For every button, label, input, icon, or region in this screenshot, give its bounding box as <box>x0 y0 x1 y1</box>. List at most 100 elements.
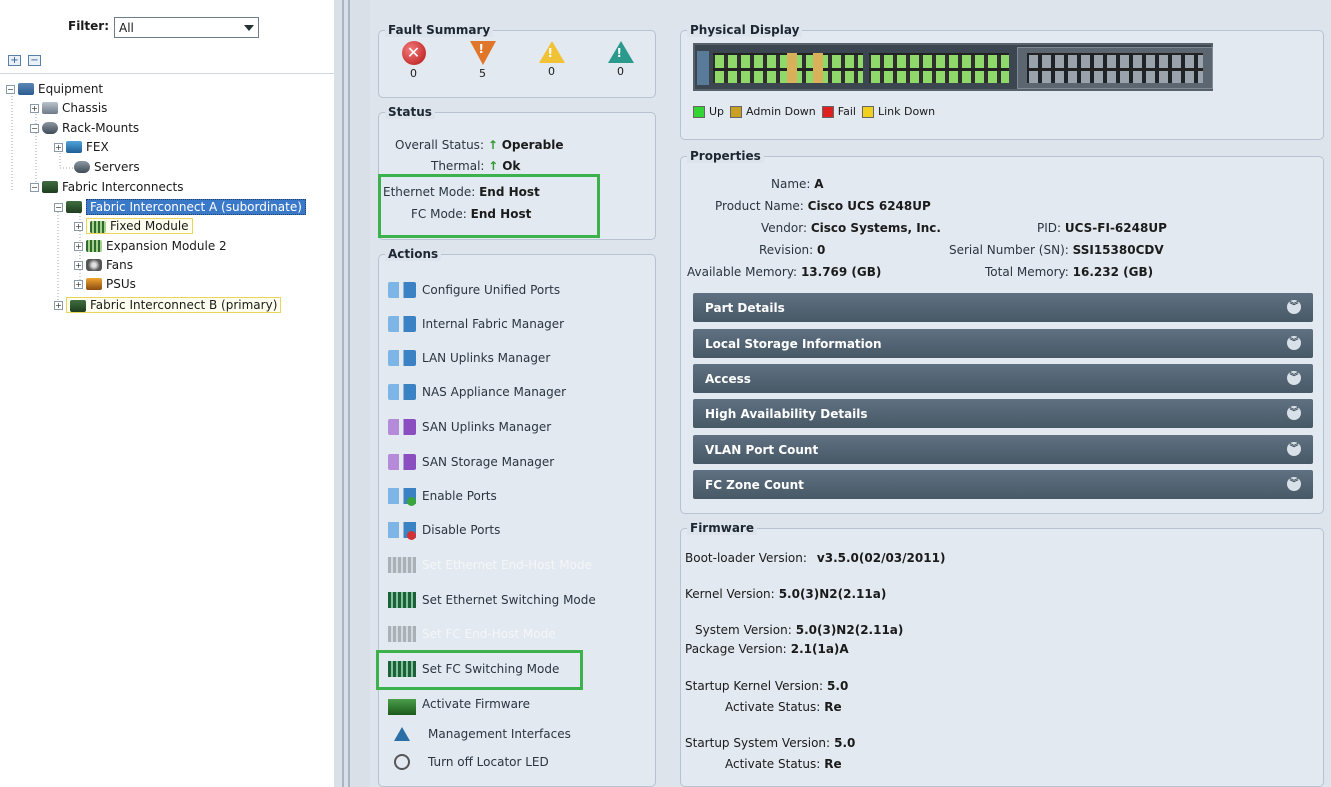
fault-critical[interactable]: ✕ 0 <box>394 41 434 80</box>
tree-item-fans[interactable]: + Fans <box>74 256 133 274</box>
set-ethernet-switching-mode-action[interactable]: Set Ethernet Switching Mode <box>388 588 596 612</box>
port-admin-down[interactable] <box>813 53 823 83</box>
expand-toggle[interactable]: + <box>54 300 63 310</box>
pane-splitter[interactable] <box>334 0 370 787</box>
tree-label: Fabric Interconnects <box>62 180 184 194</box>
fault-major[interactable]: ! 5 <box>463 41 503 80</box>
tree-item-fabric-interconnects[interactable]: − Fabric Interconnects <box>30 178 183 196</box>
chevron-double-down-icon[interactable]: ︾ <box>1287 336 1301 350</box>
locator-led-icon <box>394 754 410 770</box>
port-group-3[interactable] <box>1027 53 1203 83</box>
chevron-double-down-icon[interactable]: ︾ <box>1287 477 1301 491</box>
action-label: Activate Firmware <box>422 697 530 711</box>
port-group-2[interactable] <box>869 53 1009 83</box>
section-vlan-port-count[interactable]: VLAN Port Count ︾ <box>693 435 1313 464</box>
action-label: Set FC End-Host Mode <box>422 627 556 641</box>
switch-front-panel[interactable] <box>693 43 1213 91</box>
tree-label: Servers <box>94 160 140 174</box>
collapse-toggle[interactable]: − <box>30 123 39 133</box>
expand-toggle[interactable]: + <box>54 142 63 152</box>
action-label: SAN Uplinks Manager <box>422 420 552 434</box>
expand-toggle[interactable]: + <box>74 221 83 231</box>
section-local-storage-information[interactable]: Local Storage Information ︾ <box>693 329 1313 358</box>
lan-uplinks-manager-action[interactable]: LAN Uplinks Manager <box>388 346 550 370</box>
prop-pid: PID: UCS-FI-6248UP <box>1037 221 1167 235</box>
nas-appliance-manager-action[interactable]: NAS Appliance Manager <box>388 380 566 404</box>
internal-fabric-manager-action[interactable]: Internal Fabric Manager <box>388 312 564 336</box>
package-value: 2.1(1a)A <box>790 642 849 656</box>
switch-mode-icon <box>388 592 416 608</box>
activate-status-label: Activate Status: <box>725 757 821 771</box>
port-icon <box>388 282 416 298</box>
turn-off-locator-led-action[interactable]: Turn off Locator LED <box>388 750 549 774</box>
chevron-double-down-icon[interactable]: ︾ <box>1287 371 1301 385</box>
firmware-title: Firmware <box>687 521 757 535</box>
ucs-manager-window: Filter: All + − − Equipment + Chassis − … <box>0 0 1331 787</box>
total-memory-value: 16.232 (GB) <box>1072 265 1154 279</box>
revision-label: Revision: <box>759 243 814 257</box>
section-part-details[interactable]: Part Details ︾ <box>693 293 1313 322</box>
activate-firmware-action[interactable]: Activate Firmware <box>388 692 530 716</box>
startup-system-value: 5.0 <box>834 736 856 750</box>
section-label: Access <box>705 371 751 386</box>
tree-item-expansion-module[interactable]: + Expansion Module 2 <box>74 237 227 255</box>
package-label: Package Version: <box>685 642 787 656</box>
switch-mode-icon <box>388 626 416 642</box>
fault-minor[interactable]: ! 0 <box>532 41 572 80</box>
splitter-bar <box>342 0 344 787</box>
tree-item-servers[interactable]: Servers <box>74 158 140 176</box>
expand-toggle[interactable]: + <box>74 241 83 251</box>
firmware-icon <box>388 699 416 715</box>
tree-item-rack-mounts[interactable]: − Rack-Mounts <box>30 119 139 137</box>
boot-loader-value: v3.5.0(02/03/2011) <box>816 551 946 565</box>
section-access[interactable]: Access ︾ <box>693 364 1313 393</box>
tree-label: Fixed Module <box>86 218 193 234</box>
chassis-icon <box>42 102 58 114</box>
tree-item-chassis[interactable]: + Chassis <box>30 99 107 117</box>
disable-ports-action[interactable]: Disable Ports <box>388 518 500 542</box>
major-count: 5 <box>479 67 486 80</box>
tree-label: Expansion Module 2 <box>106 239 227 253</box>
fw-package: Package Version: 2.1(1a)A <box>685 642 849 656</box>
tree-item-fabric-interconnect-b[interactable]: + Fabric Interconnect B (primary) <box>54 296 282 314</box>
section-fc-zone-count[interactable]: FC Zone Count ︾ <box>693 470 1313 499</box>
prop-serial-number: Serial Number (SN): SSI15380CDV <box>949 243 1164 257</box>
thermal-status: Thermal: ↑ Ok <box>431 159 520 173</box>
legend-up: Up <box>709 105 725 118</box>
server-icon <box>74 161 90 173</box>
management-interfaces-action[interactable]: Management Interfaces <box>388 722 571 746</box>
available-memory-value: 13.769 (GB) <box>800 265 882 279</box>
section-high-availability-details[interactable]: High Availability Details ︾ <box>693 399 1313 428</box>
expand-toggle[interactable]: + <box>30 103 39 113</box>
collapse-toggle[interactable]: − <box>54 202 63 212</box>
set-fc-end-host-mode-action: Set FC End-Host Mode <box>388 622 556 646</box>
tree-item-fabric-interconnect-a[interactable]: − Fabric Interconnect A (subordinate) <box>54 198 306 216</box>
warning-count: 0 <box>617 65 624 78</box>
fault-warning[interactable]: ! 0 <box>601 41 641 80</box>
port-admin-down[interactable] <box>787 53 797 83</box>
tree-item-equipment[interactable]: − Equipment <box>6 80 103 98</box>
chevron-double-down-icon[interactable]: ︾ <box>1287 406 1301 420</box>
pid-value: UCS-FI-6248UP <box>1064 221 1167 235</box>
collapse-toggle[interactable]: − <box>30 182 39 192</box>
prop-total-memory: Total Memory: 16.232 (GB) <box>985 265 1153 279</box>
section-label: Part Details <box>705 300 785 315</box>
tree-item-fex[interactable]: + FEX <box>54 138 109 156</box>
expand-toggle[interactable]: + <box>74 260 83 270</box>
tree-item-psus[interactable]: + PSUs <box>74 275 136 293</box>
chevron-double-down-icon[interactable]: ︾ <box>1287 300 1301 314</box>
critical-count: 0 <box>410 67 417 80</box>
san-storage-manager-action[interactable]: SAN Storage Manager <box>388 450 554 474</box>
san-uplinks-manager-action[interactable]: SAN Uplinks Manager <box>388 415 551 439</box>
psu-icon <box>86 278 102 290</box>
tree-item-fixed-module[interactable]: + Fixed Module <box>74 217 193 235</box>
system-label: System Version: <box>695 623 792 637</box>
collapse-toggle[interactable]: − <box>6 84 15 94</box>
expand-toggle[interactable]: + <box>74 279 83 289</box>
enable-ports-action[interactable]: Enable Ports <box>388 484 497 508</box>
configure-unified-ports-action[interactable]: Configure Unified Ports <box>388 278 560 302</box>
startup-kernel-label: Startup Kernel Version: <box>685 679 824 693</box>
highlight-box-fc-switching <box>376 650 583 690</box>
prop-vendor: Vendor: Cisco Systems, Inc. <box>761 221 941 235</box>
chevron-double-down-icon[interactable]: ︾ <box>1287 442 1301 456</box>
